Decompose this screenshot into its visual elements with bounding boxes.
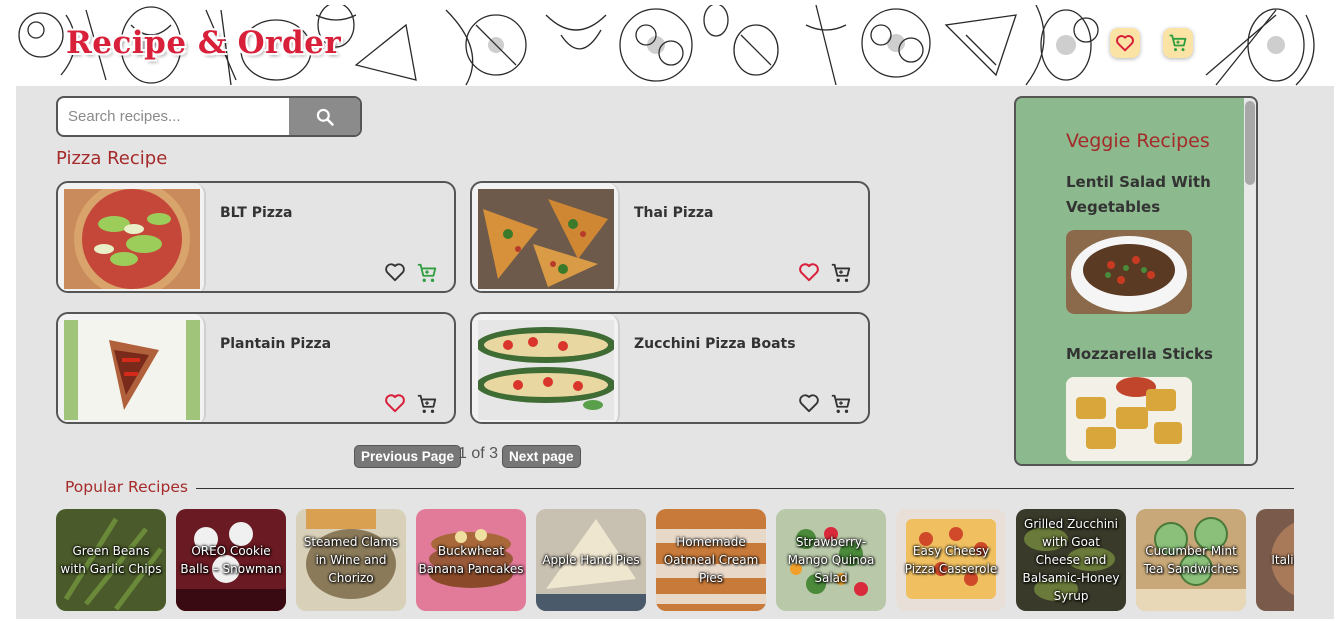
zucchini-image	[478, 320, 614, 420]
cart-icon[interactable]	[416, 262, 438, 284]
scrollbar-thumb[interactable]	[1245, 101, 1255, 185]
divider	[196, 488, 1294, 489]
recipe-card[interactable]: Thai Pizza	[470, 181, 870, 293]
recipe-image	[472, 314, 620, 422]
app-frame: Recipe & Order Pizza Recipe	[16, 5, 1334, 619]
popular-recipe-label: Easy Cheesy Pizza Casserole	[904, 544, 998, 576]
veggie-recipe-image[interactable]	[1066, 230, 1192, 314]
popular-recipe-tile[interactable]: Italian with H	[1256, 509, 1294, 611]
heart-icon[interactable]	[384, 262, 406, 282]
popular-recipe-label: Grilled Zucchini with Goat Cheese and Ba…	[1022, 517, 1120, 603]
heart-icon[interactable]	[798, 393, 820, 413]
recipe-title: Zucchini Pizza Boats	[634, 336, 796, 352]
popular-recipe-tile[interactable]: OREO Cookie Balls – Snowman	[176, 509, 286, 611]
mozzarella-sticks-image	[1066, 377, 1192, 461]
veggie-panel-title: Veggie Recipes	[1066, 130, 1210, 152]
recipe-card[interactable]: Zucchini Pizza Boats	[470, 312, 870, 424]
popular-recipes-title: Popular Recipes	[65, 478, 188, 496]
recipe-image	[472, 183, 620, 291]
next-page-button[interactable]: Next page	[503, 446, 580, 467]
popular-recipe-tile[interactable]: Apple Hand Pies	[536, 509, 646, 611]
search-bar	[56, 96, 362, 137]
pizza-image	[64, 320, 200, 420]
popular-recipe-label: Strawberry-Mango Quinoa Salad	[787, 535, 875, 585]
lentil-salad-image	[1066, 230, 1192, 314]
cart-icon[interactable]	[830, 262, 852, 284]
cart-icon[interactable]	[416, 393, 438, 415]
popular-recipe-label: Steamed Clams in Wine and Chorizo	[303, 535, 399, 585]
section-title: Pizza Recipe	[56, 148, 168, 169]
popular-recipe-tile[interactable]: Easy Cheesy Pizza Casserole	[896, 509, 1006, 611]
panel-scrollbar[interactable]	[1244, 98, 1256, 464]
popular-recipe-label: OREO Cookie Balls – Snowman	[180, 544, 282, 576]
popular-recipe-tile[interactable]: Grilled Zucchini with Goat Cheese and Ba…	[1016, 509, 1126, 611]
recipe-card[interactable]: Plantain Pizza	[56, 312, 456, 424]
favorites-button[interactable]	[1110, 28, 1140, 58]
pizza-image	[64, 189, 200, 289]
cart-icon[interactable]	[830, 393, 852, 415]
popular-recipe-tile[interactable]: Steamed Clams in Wine and Chorizo	[296, 509, 406, 611]
popular-recipe-label: Italian with H	[1271, 553, 1294, 567]
popular-recipes-strip: Green Beans with Garlic Chips OREO Cooki…	[56, 509, 1294, 614]
recipe-title: Thai Pizza	[634, 205, 714, 221]
previous-page-button[interactable]: Previous Page	[355, 446, 461, 467]
recipe-image	[58, 183, 206, 291]
cart-button[interactable]	[1163, 28, 1193, 58]
veggie-recipe-image[interactable]	[1066, 377, 1192, 461]
search-icon	[316, 108, 334, 126]
popular-recipe-label: Buckwheat Banana Pancakes	[418, 544, 524, 576]
popular-recipe-tile[interactable]: Strawberry-Mango Quinoa Salad	[776, 509, 886, 611]
recipe-card[interactable]: BLT Pizza	[56, 181, 456, 293]
pizza-image	[478, 189, 614, 289]
heart-icon[interactable]	[798, 262, 820, 282]
recipe-image	[58, 314, 206, 422]
popular-recipe-label: Homemade Oatmeal Cream Pies	[663, 535, 759, 585]
popular-recipe-tile[interactable]: Green Beans with Garlic Chips	[56, 509, 166, 611]
heart-icon	[1116, 35, 1134, 52]
popular-recipe-tile[interactable]: Homemade Oatmeal Cream Pies	[656, 509, 766, 611]
veggie-recipes-panel: Veggie Recipes Lentil Salad With Vegetab…	[1014, 96, 1258, 466]
popular-recipe-label: Cucumber Mint Tea Sandwiches	[1143, 544, 1239, 576]
search-input[interactable]	[58, 98, 286, 135]
recipe-title: Plantain Pizza	[220, 336, 332, 352]
search-button[interactable]	[289, 98, 360, 135]
veggie-recipe-name[interactable]: Mozzarella Sticks	[1066, 342, 1236, 367]
header-banner: Recipe & Order	[16, 5, 1334, 86]
heart-icon[interactable]	[384, 393, 406, 413]
page-indicator: 1 of 3	[458, 445, 499, 462]
popular-recipe-label: Apple Hand Pies	[542, 553, 640, 567]
cart-icon	[1169, 34, 1187, 52]
veggie-recipe-name[interactable]: Lentil Salad With Vegetables	[1066, 170, 1236, 220]
site-logo[interactable]: Recipe & Order	[66, 25, 341, 61]
recipe-title: BLT Pizza	[220, 205, 293, 221]
popular-recipe-tile[interactable]: Cucumber Mint Tea Sandwiches	[1136, 509, 1246, 611]
popular-recipe-tile[interactable]: Buckwheat Banana Pancakes	[416, 509, 526, 611]
popular-recipe-label: Green Beans with Garlic Chips	[60, 544, 162, 576]
